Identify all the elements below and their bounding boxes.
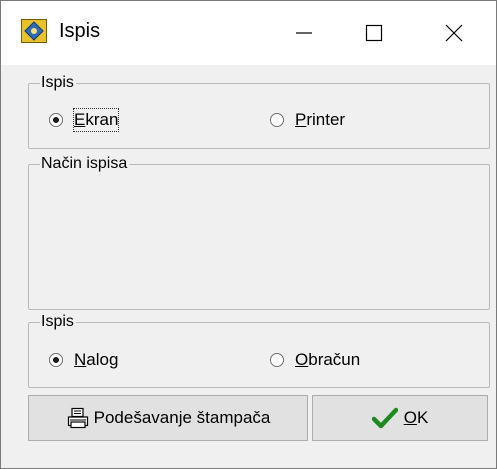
radio-nalog-label[interactable]: Nalog [74,349,118,371]
close-button[interactable] [419,1,489,65]
output-group: Ispis Ekran Printer [28,73,490,149]
maximize-icon [365,24,383,42]
dialog-window: Ispis Ispis Ekran Printer Način ispisa I… [0,0,497,469]
minimize-button[interactable] [269,1,339,65]
radio-ekran-label[interactable]: Ekran [72,108,120,132]
checkmark-icon [371,407,398,429]
window-title: Ispis [59,20,101,42]
radio-obracun[interactable]: Obračun [270,349,360,371]
radio-nalog-indicator[interactable] [49,353,63,367]
close-icon [445,24,463,42]
output-group-label: Ispis [40,73,76,93]
radio-printer-indicator[interactable] [270,113,284,127]
radio-nalog[interactable]: Nalog [49,349,118,371]
radio-printer-label[interactable]: Printer [295,109,345,131]
radio-ekran-indicator[interactable] [49,113,63,127]
app-emblem-icon [21,19,47,43]
maximize-button[interactable] [339,1,409,65]
printer-setup-button[interactable]: Podešavanje štampača [28,395,308,441]
radio-printer[interactable]: Printer [270,109,345,131]
radio-obracun-label[interactable]: Obračun [295,349,360,371]
printer-icon [67,407,88,429]
document-group-label: Ispis [40,312,76,332]
ok-label: OK [403,408,429,427]
printer-setup-label: Podešavanje štampača [93,408,271,427]
title-bar[interactable]: Ispis [1,1,496,65]
print-mode-group-label: Način ispisa [40,154,130,174]
ok-button[interactable]: OK [312,395,488,441]
print-mode-group: Način ispisa [28,154,490,310]
radio-ekran[interactable]: Ekran [49,108,120,132]
document-group: Ispis Nalog Obračun [28,312,490,388]
minimize-icon [296,32,312,34]
radio-obracun-indicator[interactable] [270,353,284,367]
